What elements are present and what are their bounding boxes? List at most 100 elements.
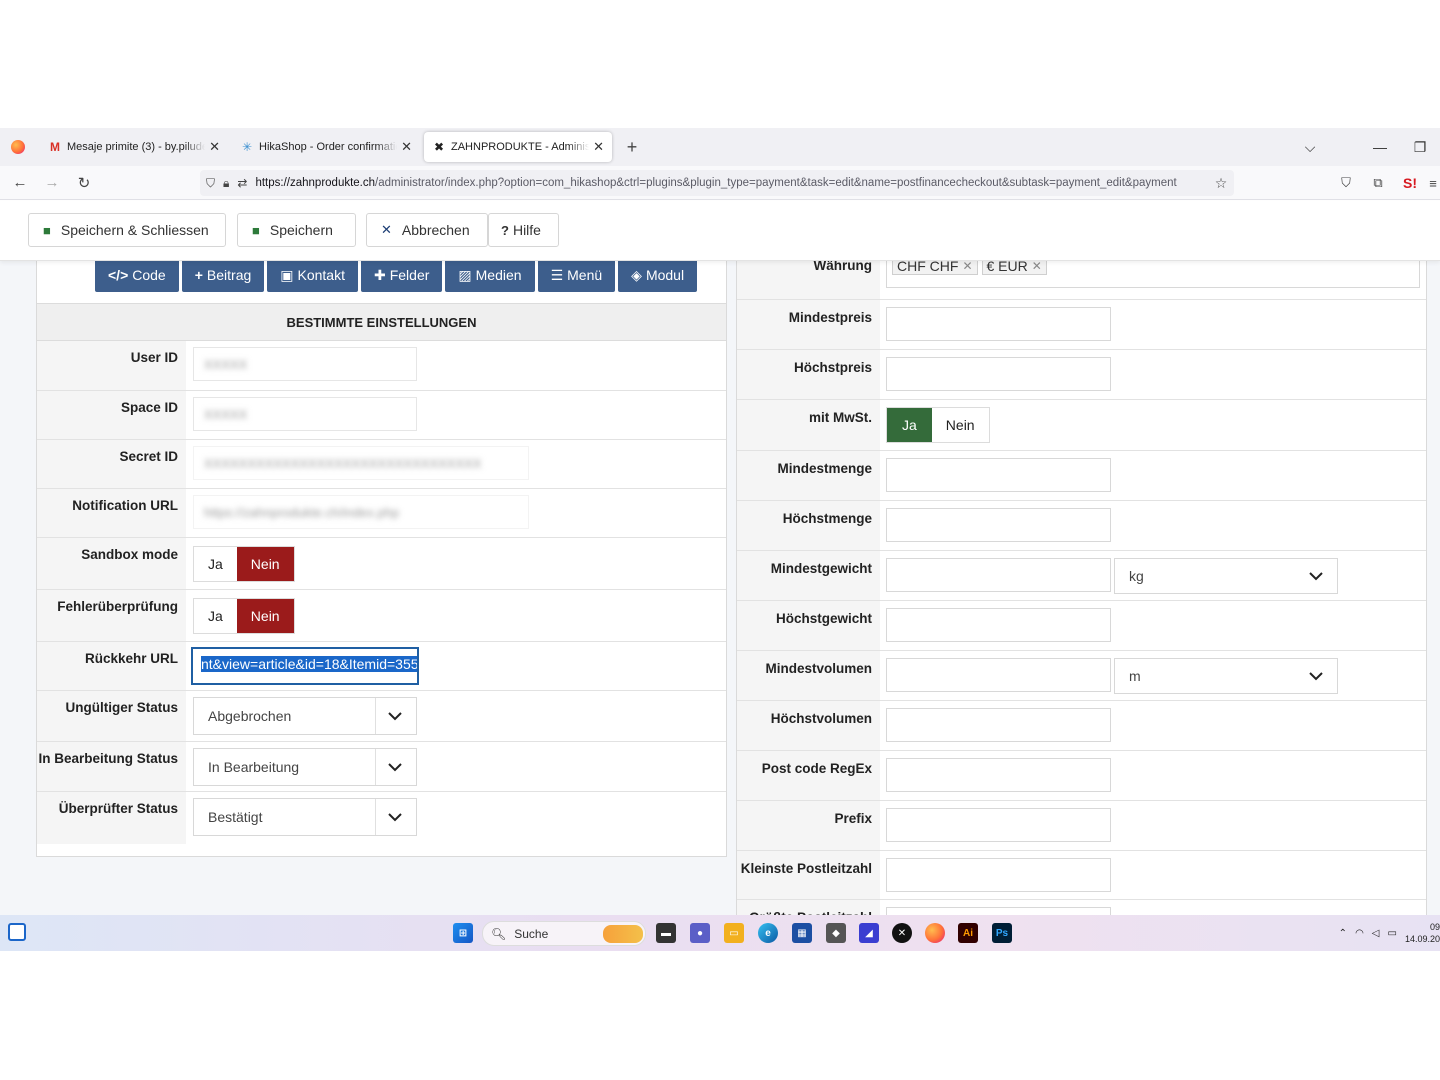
max-qty-input[interactable] [886,508,1111,542]
extensions-icon[interactable]: ⧉ [1362,175,1394,191]
min-weight-row: Mindestgewicht kg [737,551,1426,601]
verified-status-select[interactable]: Bestätigt [193,798,417,836]
taskbar-search[interactable]: 🔍︎ Suche [482,921,646,946]
invalid-status-row: Ungültiger Status Abgebrochen [37,691,726,742]
min-weight-input[interactable] [886,558,1111,592]
max-weight-input[interactable] [886,608,1111,642]
store-icon[interactable]: ▦ [792,923,812,943]
notification-url-input[interactable]: https://zahnprodukte.ch/index.php [193,495,529,529]
max-volume-input[interactable] [886,708,1111,742]
question-icon: ? [501,222,509,238]
sandbox-no-button[interactable]: Nein [236,547,294,581]
code-label: Code [132,267,166,283]
processing-status-select[interactable]: In Bearbeitung [193,748,417,786]
file-explorer-icon[interactable]: ▭ [724,923,744,943]
edge-icon[interactable]: e [758,923,778,943]
invalid-status-select[interactable]: Abgebrochen [193,697,417,735]
code-button[interactable]: </> Code [95,261,179,292]
min-postcode-row: Kleinste Postleitzahl [737,851,1426,900]
remove-icon[interactable]: ✕ [1032,261,1042,273]
close-tab-icon[interactable]: ✕ [209,139,220,155]
app-cube-icon[interactable]: ◆ [826,923,846,943]
s-extension-icon[interactable]: S! [1394,175,1426,191]
min-qty-input[interactable] [886,458,1111,492]
tab-hikashop[interactable]: ✳ HikaShop - Order confirmation ✕ [232,132,420,162]
lock-icon[interactable]: 🔒︎ [223,176,229,191]
return-url-input[interactable]: nt&view=article&id=18&Itemid=355 [191,647,419,685]
with-vat-no-button[interactable]: Nein [931,408,989,442]
close-tab-icon[interactable]: ✕ [593,139,604,155]
url-text[interactable]: https://zahnprodukte.ch/administrator/in… [255,177,1208,189]
volume-icon[interactable]: ◁ [1372,928,1380,939]
forward-icon[interactable]: → [36,174,68,191]
space-id-input[interactable]: XXXXX [193,397,417,431]
firefox-taskbar-icon[interactable] [925,923,945,943]
weight-unit-select[interactable]: kg [1114,558,1338,594]
prefix-input[interactable] [886,808,1111,842]
with-vat-yes-button[interactable]: Ja [887,408,932,442]
url-bar[interactable]: ⛉ 🔒︎ ⇄ https://zahnprodukte.ch/administr… [200,170,1234,196]
secret-id-input[interactable]: XXXXXXXXXXXXXXXXXXXXXXXXXXXXXXXX [193,446,529,480]
max-postcode-input[interactable] [886,907,1111,915]
windows-start-icon[interactable]: ⊞ [453,923,473,943]
currency-multiselect[interactable]: CHF CHF ✕ € EUR ✕ [886,261,1420,288]
currency-chip[interactable]: CHF CHF ✕ [892,261,978,275]
close-tab-icon[interactable]: ✕ [401,139,412,155]
sandbox-yes-button[interactable]: Ja [194,547,237,581]
restore-icon[interactable]: ❐ [1400,139,1440,156]
module-button[interactable]: ◈ Modul [618,261,698,292]
wifi-icon[interactable]: ◠ [1355,928,1364,939]
new-tab-icon[interactable]: + [620,137,644,158]
pocket-icon[interactable]: ⛉ [1330,175,1362,191]
media-button[interactable]: ▨ Medien [445,261,535,292]
max-price-input[interactable] [886,357,1111,391]
screen: M Mesaje primite (3) - by.piludesign ✕ ✳… [0,128,1440,951]
browser-tabbar: M Mesaje primite (3) - by.piludesign ✕ ✳… [0,128,1440,166]
tab-list-chevron-icon[interactable]: ⌵ [1290,139,1330,156]
contact-button[interactable]: ▣ Kontakt [267,261,358,292]
space-id-label: Space ID [37,391,186,439]
fields-button[interactable]: ✚ Felder [360,261,443,292]
minimize-icon[interactable]: — [1360,139,1400,155]
menu-button[interactable]: ☰ Menü [537,261,616,292]
remove-icon[interactable]: ✕ [962,261,972,273]
task-view-icon[interactable]: ▬ [656,923,676,943]
error-check-yes-button[interactable]: Ja [194,599,237,633]
article-button[interactable]: + Beitrag [181,261,265,292]
tab-zahnprodukte[interactable]: ✖ ZAHNPRODUKTE - Administration ✕ [424,132,612,162]
bookmark-star-icon[interactable]: ☆ [1208,175,1234,192]
vscode-icon[interactable]: ◢ [859,923,879,943]
with-vat-label: mit MwSt. [737,400,880,450]
illustrator-icon[interactable]: Ai [958,923,978,943]
volume-unit-select[interactable]: m [1114,658,1338,694]
min-volume-input[interactable] [886,658,1111,692]
chevron-down-icon [1309,672,1323,681]
help-button[interactable]: ? Hilfe [488,213,559,247]
teams-chat-icon[interactable]: ● [690,923,710,943]
back-icon[interactable]: ← [4,174,36,191]
list-icon: ☰ [550,266,564,283]
battery-icon[interactable]: ▭ [1388,928,1397,939]
cancel-button[interactable]: ✕ Abbrechen [366,213,488,247]
currency-chip[interactable]: € EUR ✕ [981,261,1047,275]
firefox-menu-icon[interactable] [0,128,36,166]
tray-chevron-up-icon[interactable]: ⌃ [1339,928,1347,939]
reload-icon[interactable]: ↻ [68,174,100,192]
tab-gmail[interactable]: M Mesaje primite (3) - by.piludesign ✕ [40,132,228,162]
save-close-button[interactable]: ■ Speichern & Schliessen [28,213,226,247]
shield-icon[interactable]: ⛉ [206,176,215,191]
permissions-icon[interactable]: ⇄ [237,176,247,190]
secret-id-label: Secret ID [37,440,186,488]
photoshop-icon[interactable]: Ps [992,923,1012,943]
user-id-input[interactable]: XXXXX [193,347,417,381]
save-button[interactable]: ■ Speichern [237,213,356,247]
min-postcode-input[interactable] [886,858,1111,892]
menu-icon[interactable]: ≡ [1426,176,1440,191]
chevron-down-icon [388,712,402,721]
min-price-input[interactable] [886,307,1111,341]
clock[interactable]: 09 14.09.20 [1405,921,1440,945]
widgets-icon[interactable] [8,923,26,941]
xbox-icon[interactable]: ✕ [892,923,912,943]
error-check-no-button[interactable]: Nein [236,599,294,633]
postcode-regex-input[interactable] [886,758,1111,792]
